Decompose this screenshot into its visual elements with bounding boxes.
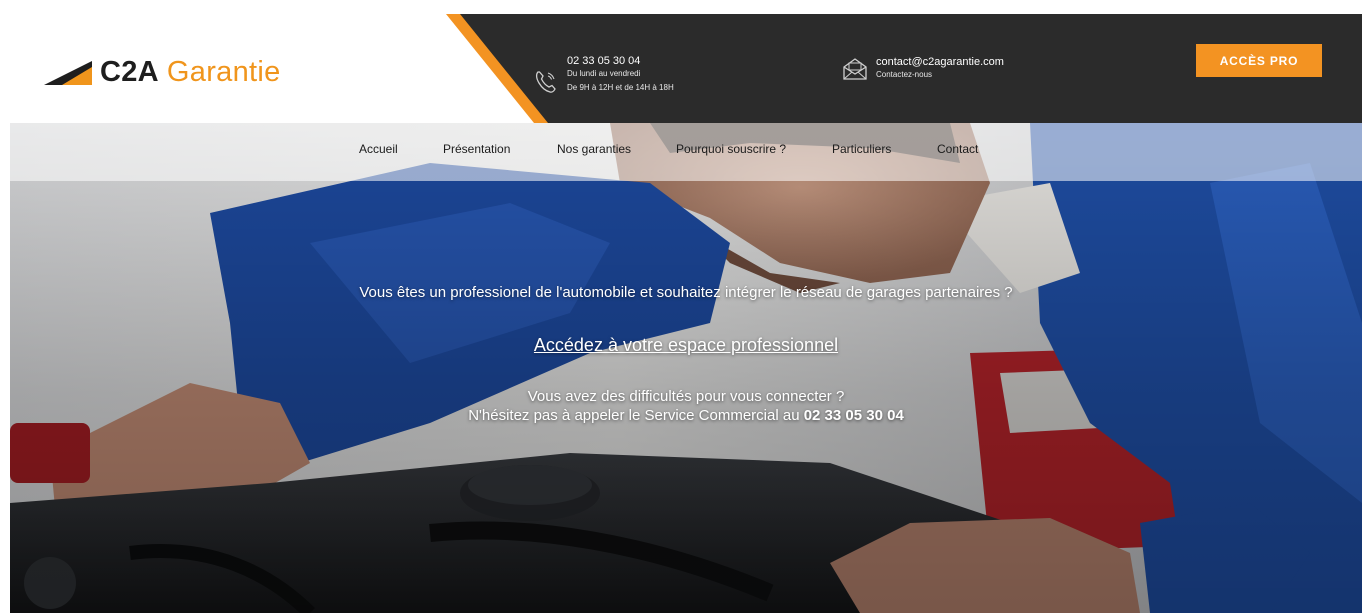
pro-space-link[interactable]: Accédez à votre espace professionnel [10, 335, 1362, 356]
nav-item-contact[interactable]: Contact [937, 142, 978, 156]
logo-name-part1: C2A [100, 55, 159, 88]
hero-help-line2: N'hésitez pas à appeler le Service Comme… [10, 407, 1362, 424]
hero-help-line1: Vous avez des difficultés pour vous conn… [527, 388, 845, 405]
header-phone-hours-line2: De 9H à 12H et de 14H à 18H [567, 83, 674, 92]
header-email-block[interactable]: contact@c2agarantie.com Contactez-nous [842, 56, 1004, 81]
nav-item-particuliers[interactable]: Particuliers [832, 142, 891, 156]
nav-item-pourquoi-souscrire[interactable]: Pourquoi souscrire ? [676, 142, 786, 156]
nav-item-nos-garanties[interactable]: Nos garanties [557, 142, 631, 156]
nav-item-accueil[interactable]: Accueil [359, 142, 398, 156]
hero-section: Accueil Présentation Nos garanties Pourq… [10, 123, 1362, 613]
envelope-icon [843, 58, 867, 80]
header-email-address[interactable]: contact@c2agarantie.com [876, 56, 1004, 69]
header-email-subtitle: Contactez-nous [876, 70, 933, 79]
hero-help-line2-prefix: N'hésitez pas à appeler le Service Comme… [468, 407, 804, 424]
site-logo[interactable]: C2A Garantie [42, 52, 281, 92]
logo-name-part2: Garantie [166, 55, 281, 88]
site-header: C2A Garantie 02 33 05 30 04 Du lundi au v… [0, 0, 1362, 123]
mechanic-engine-photo [10, 123, 1362, 613]
header-phone-number[interactable]: 02 33 05 30 04 [567, 55, 674, 68]
header-phone-block[interactable]: 02 33 05 30 04 Du lundi au vendredi De 9… [533, 55, 674, 95]
hero-help-phone[interactable]: 02 33 05 30 04 [804, 407, 904, 424]
hero-question-text: Vous êtes un professionel de l'automobil… [359, 284, 1013, 301]
logo-mark-icon [44, 61, 92, 85]
phone-icon [535, 71, 556, 93]
nav-item-presentation[interactable]: Présentation [443, 142, 510, 156]
pro-access-button[interactable]: ACCÈS PRO [1196, 44, 1322, 77]
main-navigation: Accueil Présentation Nos garanties Pourq… [10, 123, 1362, 181]
header-phone-hours-line1: Du lundi au vendredi [567, 69, 641, 78]
